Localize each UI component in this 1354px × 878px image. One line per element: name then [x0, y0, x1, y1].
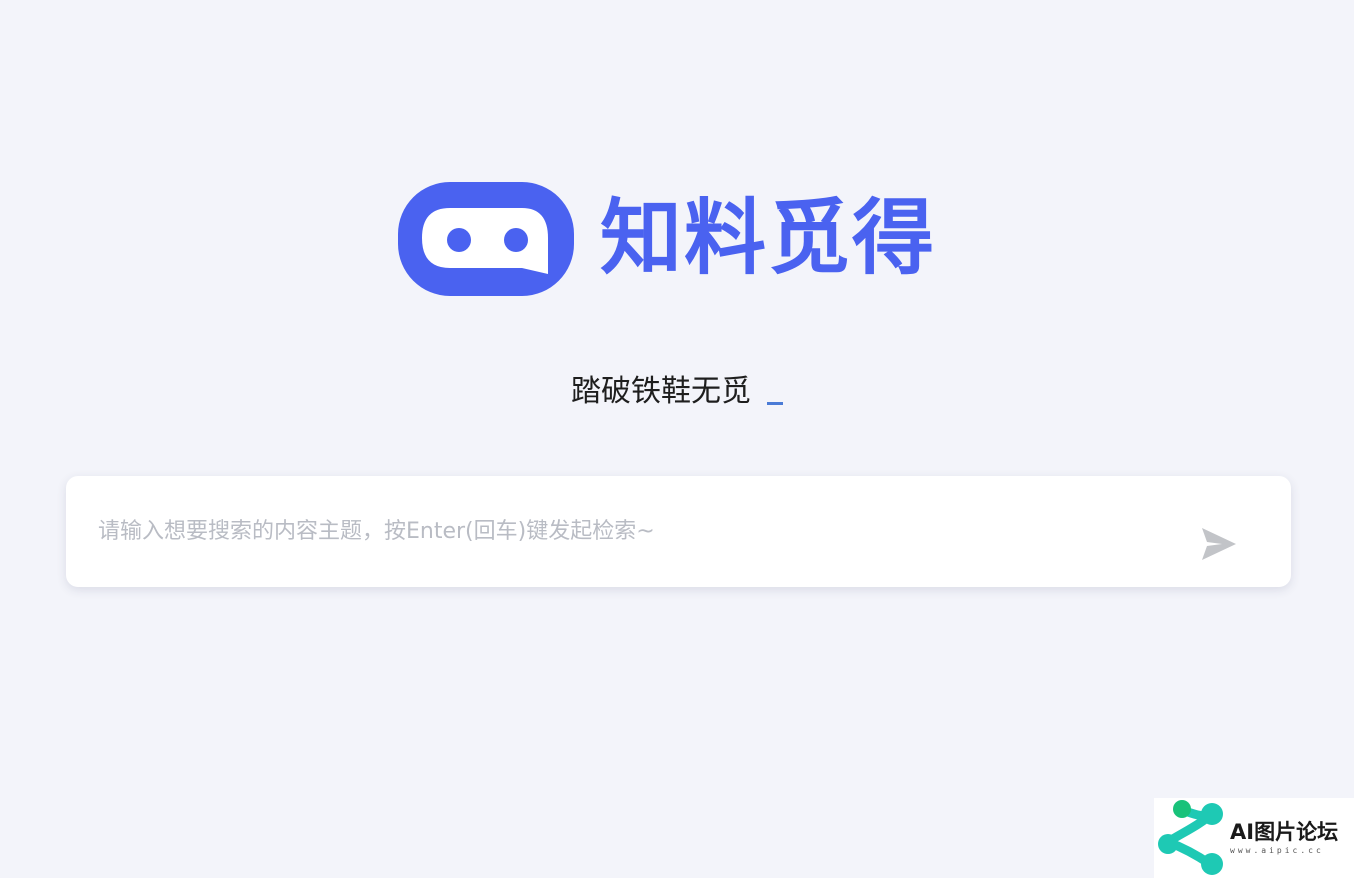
send-icon	[1202, 528, 1236, 560]
search-input[interactable]	[98, 506, 1178, 556]
watermark-url: www.aipic.cc	[1230, 846, 1324, 855]
brand-logo: 知料觅得	[398, 182, 936, 296]
watermark: AI图片论坛 www.aipic.cc	[1154, 798, 1354, 878]
search-submit-button[interactable]	[1199, 524, 1239, 564]
chat-bubble-logo-icon	[398, 182, 574, 296]
watermark-text: AI图片论坛 www.aipic.cc	[1230, 819, 1338, 857]
page: 知料觅得 踏破铁鞋无觅 AI图片论坛 www.aipic.cc	[0, 0, 1354, 878]
tagline: 踏破铁鞋无觅	[0, 370, 1354, 414]
typing-cursor	[767, 402, 783, 405]
brand-name: 知料觅得	[600, 191, 937, 286]
tagline-text: 踏破铁鞋无觅	[571, 374, 751, 409]
molecule-logo-icon	[1158, 800, 1223, 875]
watermark-title: AI图片论坛	[1230, 820, 1339, 844]
search-box	[66, 476, 1291, 587]
